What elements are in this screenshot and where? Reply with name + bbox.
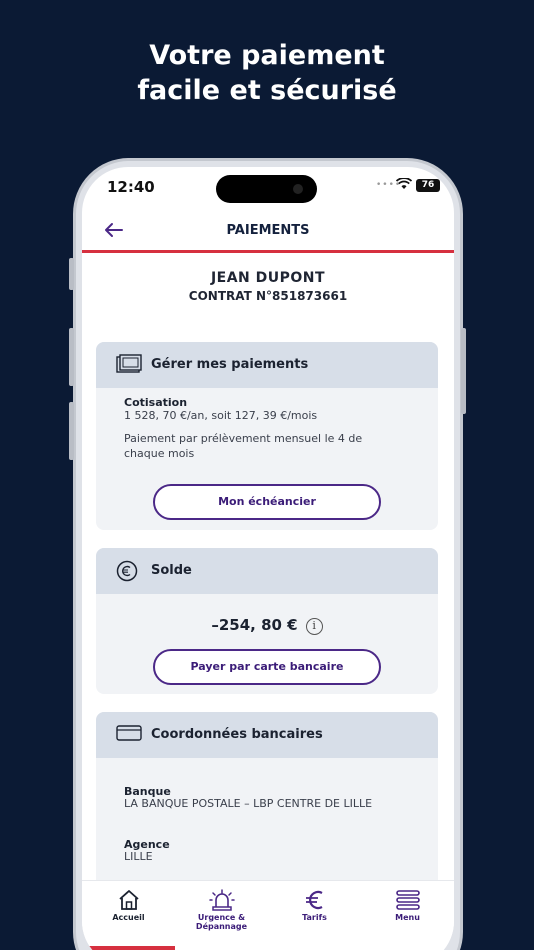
agency-value: LILLE xyxy=(124,850,153,863)
active-tab-indicator xyxy=(82,946,175,950)
scroll-content[interactable]: JEAN DUPONT CONTRAT N°851873661 Gérer me… xyxy=(82,256,454,880)
page-title: PAIEMENTS xyxy=(226,223,310,238)
tab-accueil-label: Accueil xyxy=(112,913,145,922)
camera-icon xyxy=(293,184,303,194)
phone-mute-switch xyxy=(69,258,74,290)
promo-title-line-1: Votre paiement xyxy=(149,40,385,71)
tab-menu[interactable]: Menu xyxy=(361,889,454,922)
contract-number: CONTRAT N°851873661 xyxy=(188,289,348,303)
bank-details-card: Coordonnées bancaires Banque LA BANQUE P… xyxy=(96,712,438,880)
tab-menu-label: Menu xyxy=(395,913,420,922)
client-name: JEAN DUPONT xyxy=(210,270,326,286)
bottom-tab-bar: Accueil Urgence & Dépannage Tarifs Menu xyxy=(82,880,454,950)
home-icon xyxy=(118,890,139,910)
menu-icon xyxy=(395,890,420,910)
balance-card-header: Solde xyxy=(96,548,438,594)
balance-card: Solde –254, 80 € i Payer par carte bancai… xyxy=(96,548,438,694)
tab-tarifs-label: Tarifs xyxy=(302,913,327,922)
wifi-icon xyxy=(396,178,412,189)
payments-card-header: Gérer mes paiements xyxy=(96,342,438,388)
pay-by-card-button[interactable]: Payer par carte bancaire xyxy=(153,649,381,685)
tab-urgence-depannage[interactable]: Urgence & Dépannage xyxy=(175,889,268,931)
info-icon[interactable]: i xyxy=(305,618,323,635)
banknote-icon xyxy=(116,354,142,373)
bank-value: LA BANQUE POSTALE – LBP CENTRE DE LILLE xyxy=(124,797,373,810)
promo-title: Votre paiement facile et sécurisé xyxy=(0,38,534,108)
tab-urgence-label: Urgence & Dépannage xyxy=(195,913,248,931)
dynamic-island xyxy=(216,175,317,203)
payments-card-title: Gérer mes paiements xyxy=(151,357,309,372)
promo-title-line-2: facile et sécurisé xyxy=(137,75,397,106)
euro-icon xyxy=(305,890,323,910)
tab-tarifs[interactable]: Tarifs xyxy=(268,889,361,922)
balance-amount-row: –254, 80 € i xyxy=(96,616,438,635)
app-header: PAIEMENTS xyxy=(82,209,454,253)
phone-volume-up xyxy=(69,328,74,386)
phone-volume-down xyxy=(69,402,74,460)
phone-screen: 12:40 •••• 76 PAIEMENTS JEAN DUPONT CONT… xyxy=(82,167,454,950)
bank-details-card-title: Coordonnées bancaires xyxy=(151,727,323,742)
cotisation-value: 1 528, 70 €/an, soit 127, 39 €/mois xyxy=(124,409,318,422)
status-time: 12:40 xyxy=(107,178,155,196)
payment-info: Paiement par prélèvement mensuel le 4 de… xyxy=(124,432,363,460)
tab-accueil[interactable]: Accueil xyxy=(82,889,175,922)
bank-details-card-header: Coordonnées bancaires xyxy=(96,712,438,758)
schedule-button[interactable]: Mon échéancier xyxy=(153,484,381,520)
balance-amount: –254, 80 € xyxy=(211,616,298,634)
siren-icon xyxy=(208,889,235,911)
balance-card-title: Solde xyxy=(151,563,192,578)
battery-indicator: 76 xyxy=(416,179,440,192)
status-bar: 12:40 •••• 76 xyxy=(82,167,454,209)
phone-power-button xyxy=(461,328,466,414)
euro-coin-icon xyxy=(116,560,138,582)
payments-card: Gérer mes paiements Cotisation 1 528, 70… xyxy=(96,342,438,530)
bank-card-icon xyxy=(116,725,142,741)
